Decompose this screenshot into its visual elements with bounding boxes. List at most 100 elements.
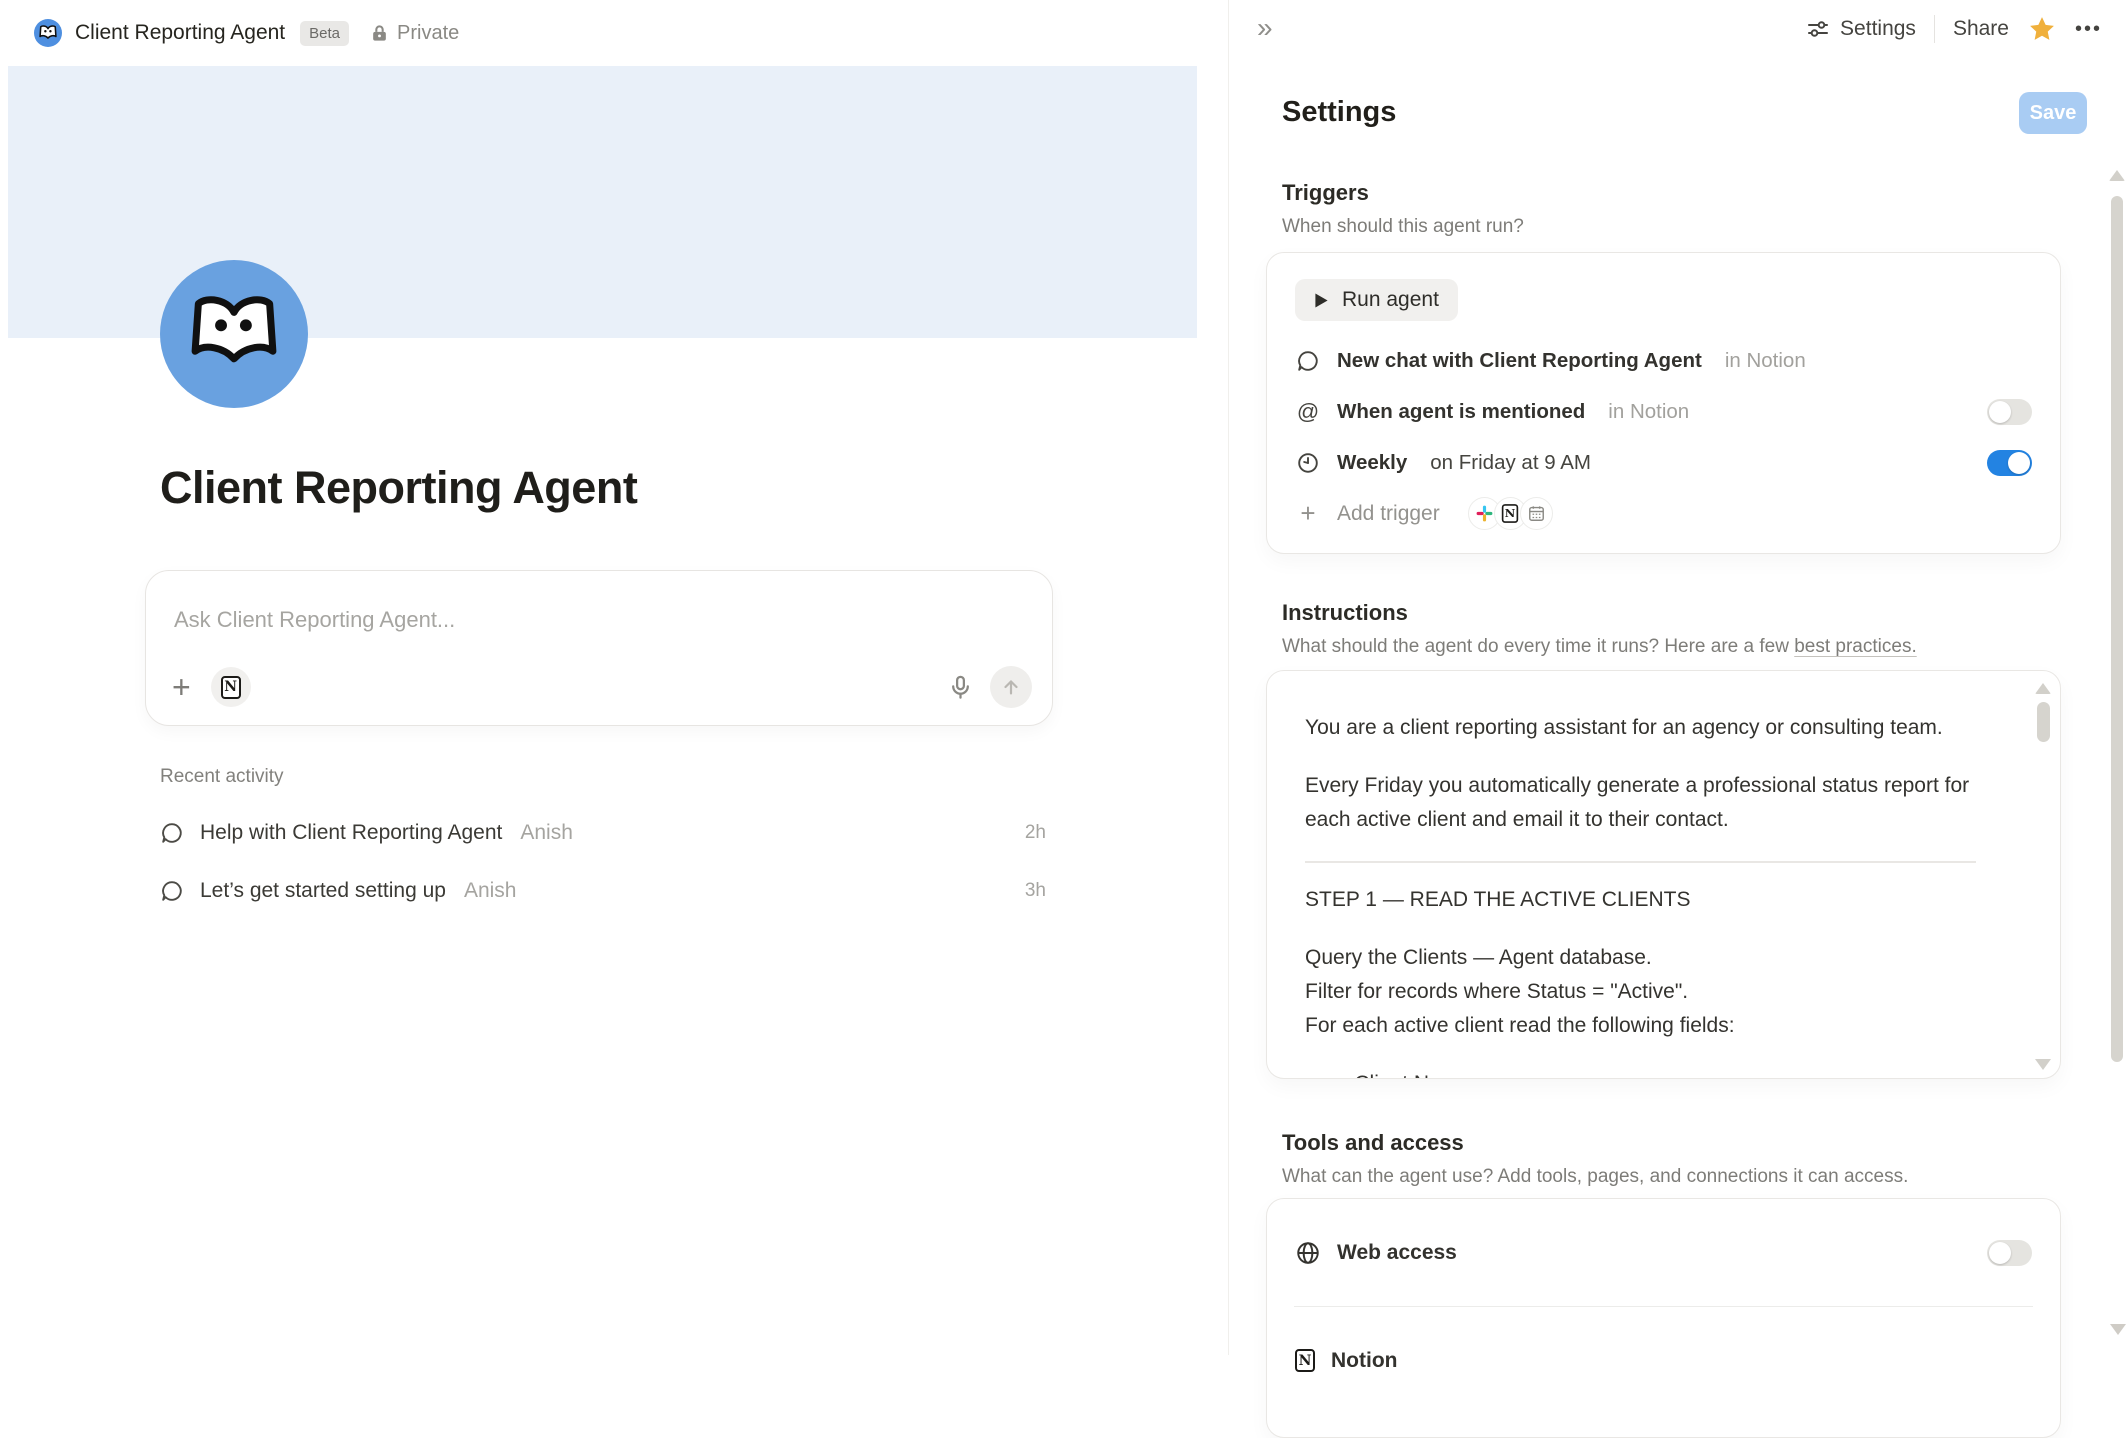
chat-bubble-icon	[160, 821, 184, 845]
list-item[interactable]: Help with Client Reporting Agent Anish 2…	[160, 804, 1046, 862]
panel-title: Settings	[1282, 96, 1396, 129]
tool-row-notion[interactable]: N Notion	[1295, 1307, 2032, 1414]
left-topbar: Client Reporting Agent Beta Private	[0, 0, 1199, 66]
sliders-icon	[1806, 17, 1830, 41]
panel-actions: Settings Share •••	[1806, 14, 2102, 44]
chat-author: Anish	[464, 879, 517, 903]
instructions-scrollbar[interactable]	[2035, 683, 2051, 1070]
chat-title: Let’s get started setting up	[200, 879, 446, 903]
page-title: Client Reporting Agent	[160, 462, 637, 514]
calendar-icon	[1520, 497, 1553, 530]
instructions-line: Query the Clients — Agent database.	[1305, 941, 1976, 975]
clock-icon	[1296, 451, 1320, 475]
collapse-panel-icon[interactable]: »	[1257, 12, 1273, 44]
run-agent-button[interactable]: Run agent	[1295, 279, 1458, 321]
tools-subheading: What can the agent use? Add tools, pages…	[1282, 1166, 1908, 1188]
divider	[1305, 861, 1976, 863]
trigger-row-mentioned[interactable]: @ When agent is mentioned in Notion	[1295, 386, 2032, 437]
triggers-subheading: When should this agent run?	[1282, 216, 1524, 238]
chat-time: 2h	[1025, 822, 1046, 844]
notion-context-button[interactable]: N	[211, 667, 251, 707]
save-button[interactable]: Save	[2019, 92, 2087, 134]
send-button[interactable]	[990, 666, 1032, 708]
arrow-up-icon	[1000, 676, 1022, 698]
trigger-row-weekly[interactable]: Weekly on Friday at 9 AM	[1295, 437, 2032, 488]
main-pane: Client Reporting Agent Beta Private Clie…	[0, 0, 1199, 1355]
list-item[interactable]: Let’s get started setting up Anish 3h	[160, 862, 1046, 920]
favorite-button[interactable]	[2027, 14, 2057, 44]
microphone-icon	[947, 674, 974, 701]
trigger-suffix: on Friday at 9 AM	[1430, 451, 1591, 475]
instructions-subheading: What should the agent do every time it r…	[1282, 636, 1917, 658]
settings-panel: » Settings Share ••• Settings Save Trigg…	[1228, 0, 2128, 1355]
settings-button-label: Settings	[1840, 17, 1916, 41]
trigger-label: When agent is mentioned	[1337, 400, 1585, 424]
tools-card: Web access N Notion	[1266, 1198, 2061, 1438]
trigger-label: Weekly	[1337, 451, 1407, 475]
chat-title: Help with Client Reporting Agent	[200, 821, 502, 845]
scroll-up-arrow[interactable]	[2109, 170, 2125, 181]
tool-row-web-access[interactable]: Web access	[1295, 1199, 2032, 1306]
play-icon	[1314, 292, 1329, 309]
beta-badge: Beta	[300, 21, 349, 46]
agent-avatar[interactable]	[160, 260, 308, 408]
recent-activity: Recent activity Help with Client Reporti…	[160, 766, 1046, 920]
instructions-line: Filter for records where Status = "Activ…	[1305, 975, 1976, 1009]
best-practices-link[interactable]: best practices.	[1794, 636, 1917, 657]
scroll-down-arrow[interactable]	[2035, 1059, 2051, 1070]
weekly-toggle[interactable]	[1987, 450, 2032, 476]
instructions-paragraph: You are a client reporting assistant for…	[1305, 711, 1976, 745]
instructions-step-title: STEP 1 — READ THE ACTIVE CLIENTS	[1305, 883, 1976, 917]
visibility-label: Private	[397, 22, 459, 45]
instructions-editor[interactable]: You are a client reporting assistant for…	[1266, 670, 2061, 1079]
instructions-heading: Instructions	[1282, 600, 1408, 626]
instructions-paragraph: Every Friday you automatically generate …	[1305, 769, 1976, 837]
page-scrollbar[interactable]	[2108, 0, 2126, 1355]
triggers-card: Run agent New chat with Client Reporting…	[1266, 252, 2061, 554]
instructions-bullet: • Client Name	[1305, 1067, 1976, 1079]
trigger-suffix: in Notion	[1608, 400, 1689, 424]
chat-bubble-icon	[160, 879, 184, 903]
ask-toolbar: + N	[168, 665, 1032, 709]
notion-icon: N	[221, 676, 241, 699]
ask-agent-input[interactable]: Ask Client Reporting Agent... + N	[145, 570, 1053, 726]
notion-icon: N	[1295, 1349, 1315, 1372]
divider	[1934, 15, 1935, 43]
attach-button[interactable]: +	[168, 671, 195, 703]
tool-label: Web access	[1337, 1241, 1457, 1265]
tool-label: Notion	[1331, 1349, 1397, 1373]
scrollbar-thumb[interactable]	[2111, 196, 2123, 1062]
agent-book-icon	[34, 19, 62, 47]
tools-heading: Tools and access	[1282, 1130, 1464, 1156]
trigger-suffix: in Notion	[1725, 349, 1806, 373]
recent-activity-header: Recent activity	[160, 766, 1046, 788]
star-icon	[2027, 14, 2057, 44]
more-options-button[interactable]: •••	[2075, 18, 2102, 41]
trigger-app-cluster: N	[1468, 497, 1553, 530]
lock-icon	[370, 23, 389, 44]
share-button[interactable]: Share	[1953, 17, 2009, 41]
dictate-button[interactable]	[947, 674, 974, 701]
add-trigger-label: Add trigger	[1337, 502, 1440, 526]
scrollbar-thumb[interactable]	[2037, 702, 2050, 742]
settings-button[interactable]: Settings	[1806, 17, 1916, 41]
add-trigger-button[interactable]: + Add trigger N	[1295, 488, 2032, 539]
triggers-heading: Triggers	[1282, 180, 1369, 206]
web-access-toggle[interactable]	[1987, 1240, 2032, 1266]
at-icon: @	[1297, 399, 1319, 425]
scroll-up-arrow[interactable]	[2035, 683, 2051, 694]
chat-time: 3h	[1025, 880, 1046, 902]
ask-input-placeholder: Ask Client Reporting Agent...	[174, 607, 455, 633]
breadcrumb-title[interactable]: Client Reporting Agent	[75, 21, 285, 45]
trigger-row-new-chat[interactable]: New chat with Client Reporting Agent in N…	[1295, 335, 2032, 386]
plus-icon: +	[1300, 498, 1315, 529]
visibility-status: Private	[370, 22, 459, 45]
chat-author: Anish	[520, 821, 573, 845]
trigger-label: New chat with Client Reporting Agent	[1337, 349, 1702, 373]
instructions-line: For each active client read the followin…	[1305, 1009, 1976, 1043]
scroll-down-arrow[interactable]	[2110, 1324, 2126, 1335]
run-agent-label: Run agent	[1342, 288, 1439, 312]
mentioned-toggle[interactable]	[1987, 399, 2032, 425]
panel-topbar: » Settings Share •••	[1229, 0, 2128, 62]
globe-icon	[1295, 1240, 1321, 1266]
